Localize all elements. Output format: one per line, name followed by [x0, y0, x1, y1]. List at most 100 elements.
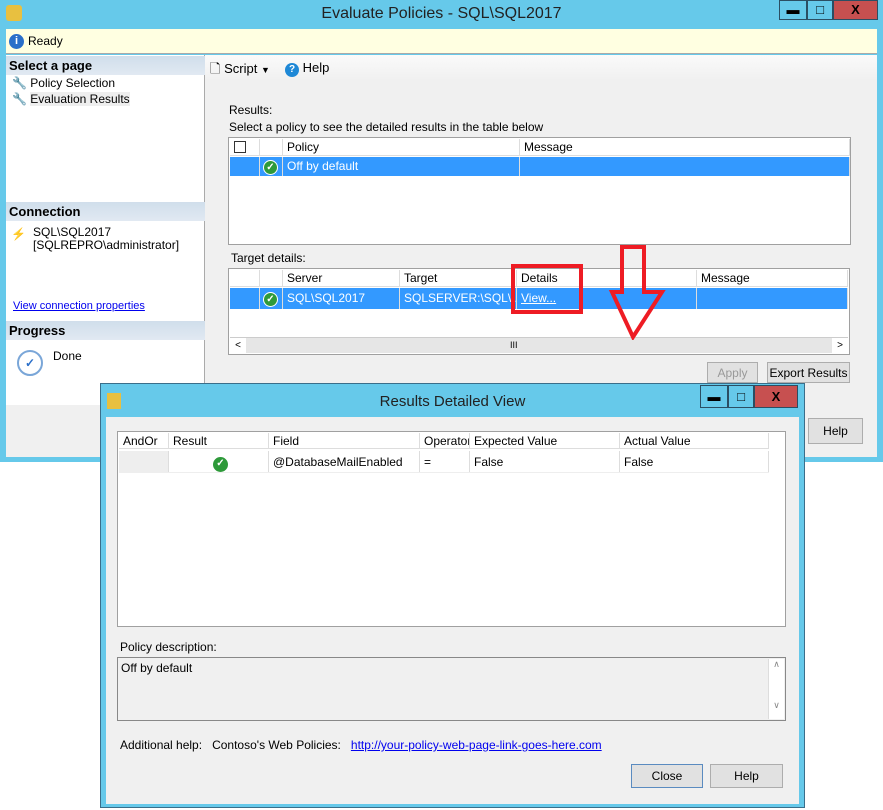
apply-button[interactable]: Apply: [707, 362, 758, 383]
script-icon: 🗋: [210, 61, 221, 76]
column-field[interactable]: Field: [269, 433, 420, 448]
help-icon: ?: [285, 63, 299, 77]
connection-user: [SQLREPRO\administrator]: [33, 238, 180, 252]
horizontal-scrollbar[interactable]: < III >: [230, 337, 848, 353]
actual-value-cell: False: [620, 451, 769, 472]
column-operator[interactable]: Operator: [420, 433, 470, 448]
results-label: Results:: [229, 103, 273, 117]
help-source: Contoso's Web Policies:: [212, 738, 341, 752]
pass-check-icon: ✓: [213, 457, 228, 472]
column-message[interactable]: Message: [697, 270, 848, 286]
row-status: ✓: [260, 288, 283, 309]
connection-header: Connection: [6, 202, 205, 221]
vertical-scrollbar[interactable]: ∧ ∨: [768, 659, 784, 719]
script-button[interactable]: 🗋 Script ▼: [210, 60, 270, 82]
results-detailed-view-dialog: Results Detailed View ▬ □ X AndOr Result…: [100, 383, 805, 808]
target-details-label: Target details:: [231, 251, 306, 265]
dialog-help-button[interactable]: Help: [710, 764, 783, 788]
app-icon: [6, 5, 22, 21]
help-toolbar-button[interactable]: ? Help: [285, 60, 329, 77]
scroll-right-arrow-icon[interactable]: >: [832, 338, 848, 353]
detail-grid: AndOr Result Field Operator Expected Val…: [117, 431, 786, 627]
status-text: Ready: [28, 34, 63, 48]
column-result[interactable]: Result: [169, 433, 269, 448]
scroll-down-arrow-icon[interactable]: ∨: [769, 700, 784, 711]
row-selector: [230, 157, 260, 176]
detail-grid-header: AndOr Result Field Operator Expected Val…: [119, 433, 769, 449]
wrench-icon: 🔧: [12, 76, 27, 90]
column-message[interactable]: Message: [520, 139, 850, 155]
andor-cell: [119, 451, 169, 472]
dropdown-arrow-icon: ▼: [260, 65, 270, 75]
results-table-header: Policy Message: [230, 139, 850, 156]
column-policy[interactable]: Policy: [283, 139, 520, 155]
select-all-checkbox[interactable]: [230, 139, 260, 155]
additional-help: Additional help: Contoso's Web Policies:…: [120, 738, 602, 752]
dialog-minimize-button[interactable]: ▬: [700, 385, 728, 408]
export-results-button[interactable]: Export Results: [767, 362, 850, 383]
table-row[interactable]: ✓ @DatabaseMailEnabled = False False: [119, 451, 769, 473]
select-page-header: Select a page: [6, 56, 205, 75]
done-check-icon: ✓: [17, 350, 43, 376]
row-selector: [230, 288, 260, 309]
dialog-close-action-button[interactable]: Close: [631, 764, 703, 788]
server-cell: SQL\SQL2017: [283, 288, 400, 309]
results-instruction: Select a policy to see the detailed resu…: [229, 120, 544, 134]
dialog-content: AndOr Result Field Operator Expected Val…: [106, 417, 799, 804]
column-target[interactable]: Target: [400, 270, 517, 286]
table-row[interactable]: ✓ Off by default: [230, 157, 850, 176]
scroll-up-arrow-icon[interactable]: ∧: [769, 659, 784, 670]
connection-server: SQL\SQL2017: [33, 225, 112, 239]
column-actual-value[interactable]: Actual Value: [620, 433, 769, 448]
details-highlight-box: [511, 264, 583, 314]
page-label: Policy Selection: [30, 76, 116, 90]
policy-cell: Off by default: [283, 157, 520, 176]
progress-header: Progress: [6, 321, 205, 340]
column-expected-value[interactable]: Expected Value: [470, 433, 620, 448]
additional-help-label: Additional help:: [120, 738, 203, 752]
dialog-close-button[interactable]: X: [754, 385, 798, 408]
message-cell: [697, 288, 848, 309]
page-label: Evaluation Results: [30, 92, 130, 106]
minimize-button[interactable]: ▬: [779, 0, 807, 20]
view-connection-properties-link[interactable]: View connection properties: [13, 300, 145, 312]
left-panel: Select a page 🔧 Policy Selection 🔧 Evalu…: [6, 55, 205, 405]
policy-description-textbox[interactable]: Off by default ∧ ∨: [117, 657, 786, 721]
connection-icon: ⚡: [11, 227, 26, 241]
selector-column-header: [230, 270, 260, 286]
close-button[interactable]: X: [833, 0, 878, 20]
column-andor[interactable]: AndOr: [119, 433, 169, 448]
info-icon: i: [9, 34, 24, 49]
dialog-title: Results Detailed View: [379, 393, 526, 410]
toolbar: 🗋 Script ▼ ? Help: [205, 55, 877, 81]
pass-check-icon: ✓: [263, 292, 278, 307]
dialog-maximize-button[interactable]: □: [728, 385, 754, 408]
policy-description-label: Policy description:: [120, 640, 217, 654]
progress-status: Done: [53, 349, 82, 363]
scroll-left-arrow-icon[interactable]: <: [230, 338, 246, 353]
row-status: ✓: [260, 157, 283, 176]
window-title: Evaluate Policies - SQL\SQL2017: [321, 5, 562, 22]
help-button[interactable]: Help: [808, 418, 863, 444]
page-policy-selection[interactable]: 🔧 Policy Selection: [12, 76, 115, 90]
target-cell: SQLSERVER:\SQL\...: [400, 288, 517, 309]
message-cell: [520, 157, 850, 176]
operator-cell: =: [420, 451, 470, 472]
page-evaluation-results[interactable]: 🔧 Evaluation Results: [12, 92, 130, 106]
policy-web-link[interactable]: http://your-policy-web-page-link-goes-he…: [351, 738, 602, 752]
status-bar: i Ready: [6, 29, 877, 54]
policy-description-text: Off by default: [121, 661, 193, 675]
expected-value-cell: False: [470, 451, 620, 472]
status-column-header: [260, 139, 283, 155]
script-label: Script: [224, 61, 258, 76]
status-column-header: [260, 270, 283, 286]
field-cell: @DatabaseMailEnabled: [269, 451, 420, 472]
column-server[interactable]: Server: [283, 270, 400, 286]
wrench-icon: 🔧: [12, 92, 27, 106]
scroll-thumb-grip-icon[interactable]: III: [510, 338, 518, 353]
pass-check-icon: ✓: [263, 160, 278, 175]
maximize-button[interactable]: □: [807, 0, 833, 20]
result-cell: ✓: [169, 451, 269, 472]
right-panel: 🗋 Script ▼ ? Help Results: Select a poli…: [205, 55, 877, 405]
red-down-arrow-annotation: [608, 245, 666, 340]
